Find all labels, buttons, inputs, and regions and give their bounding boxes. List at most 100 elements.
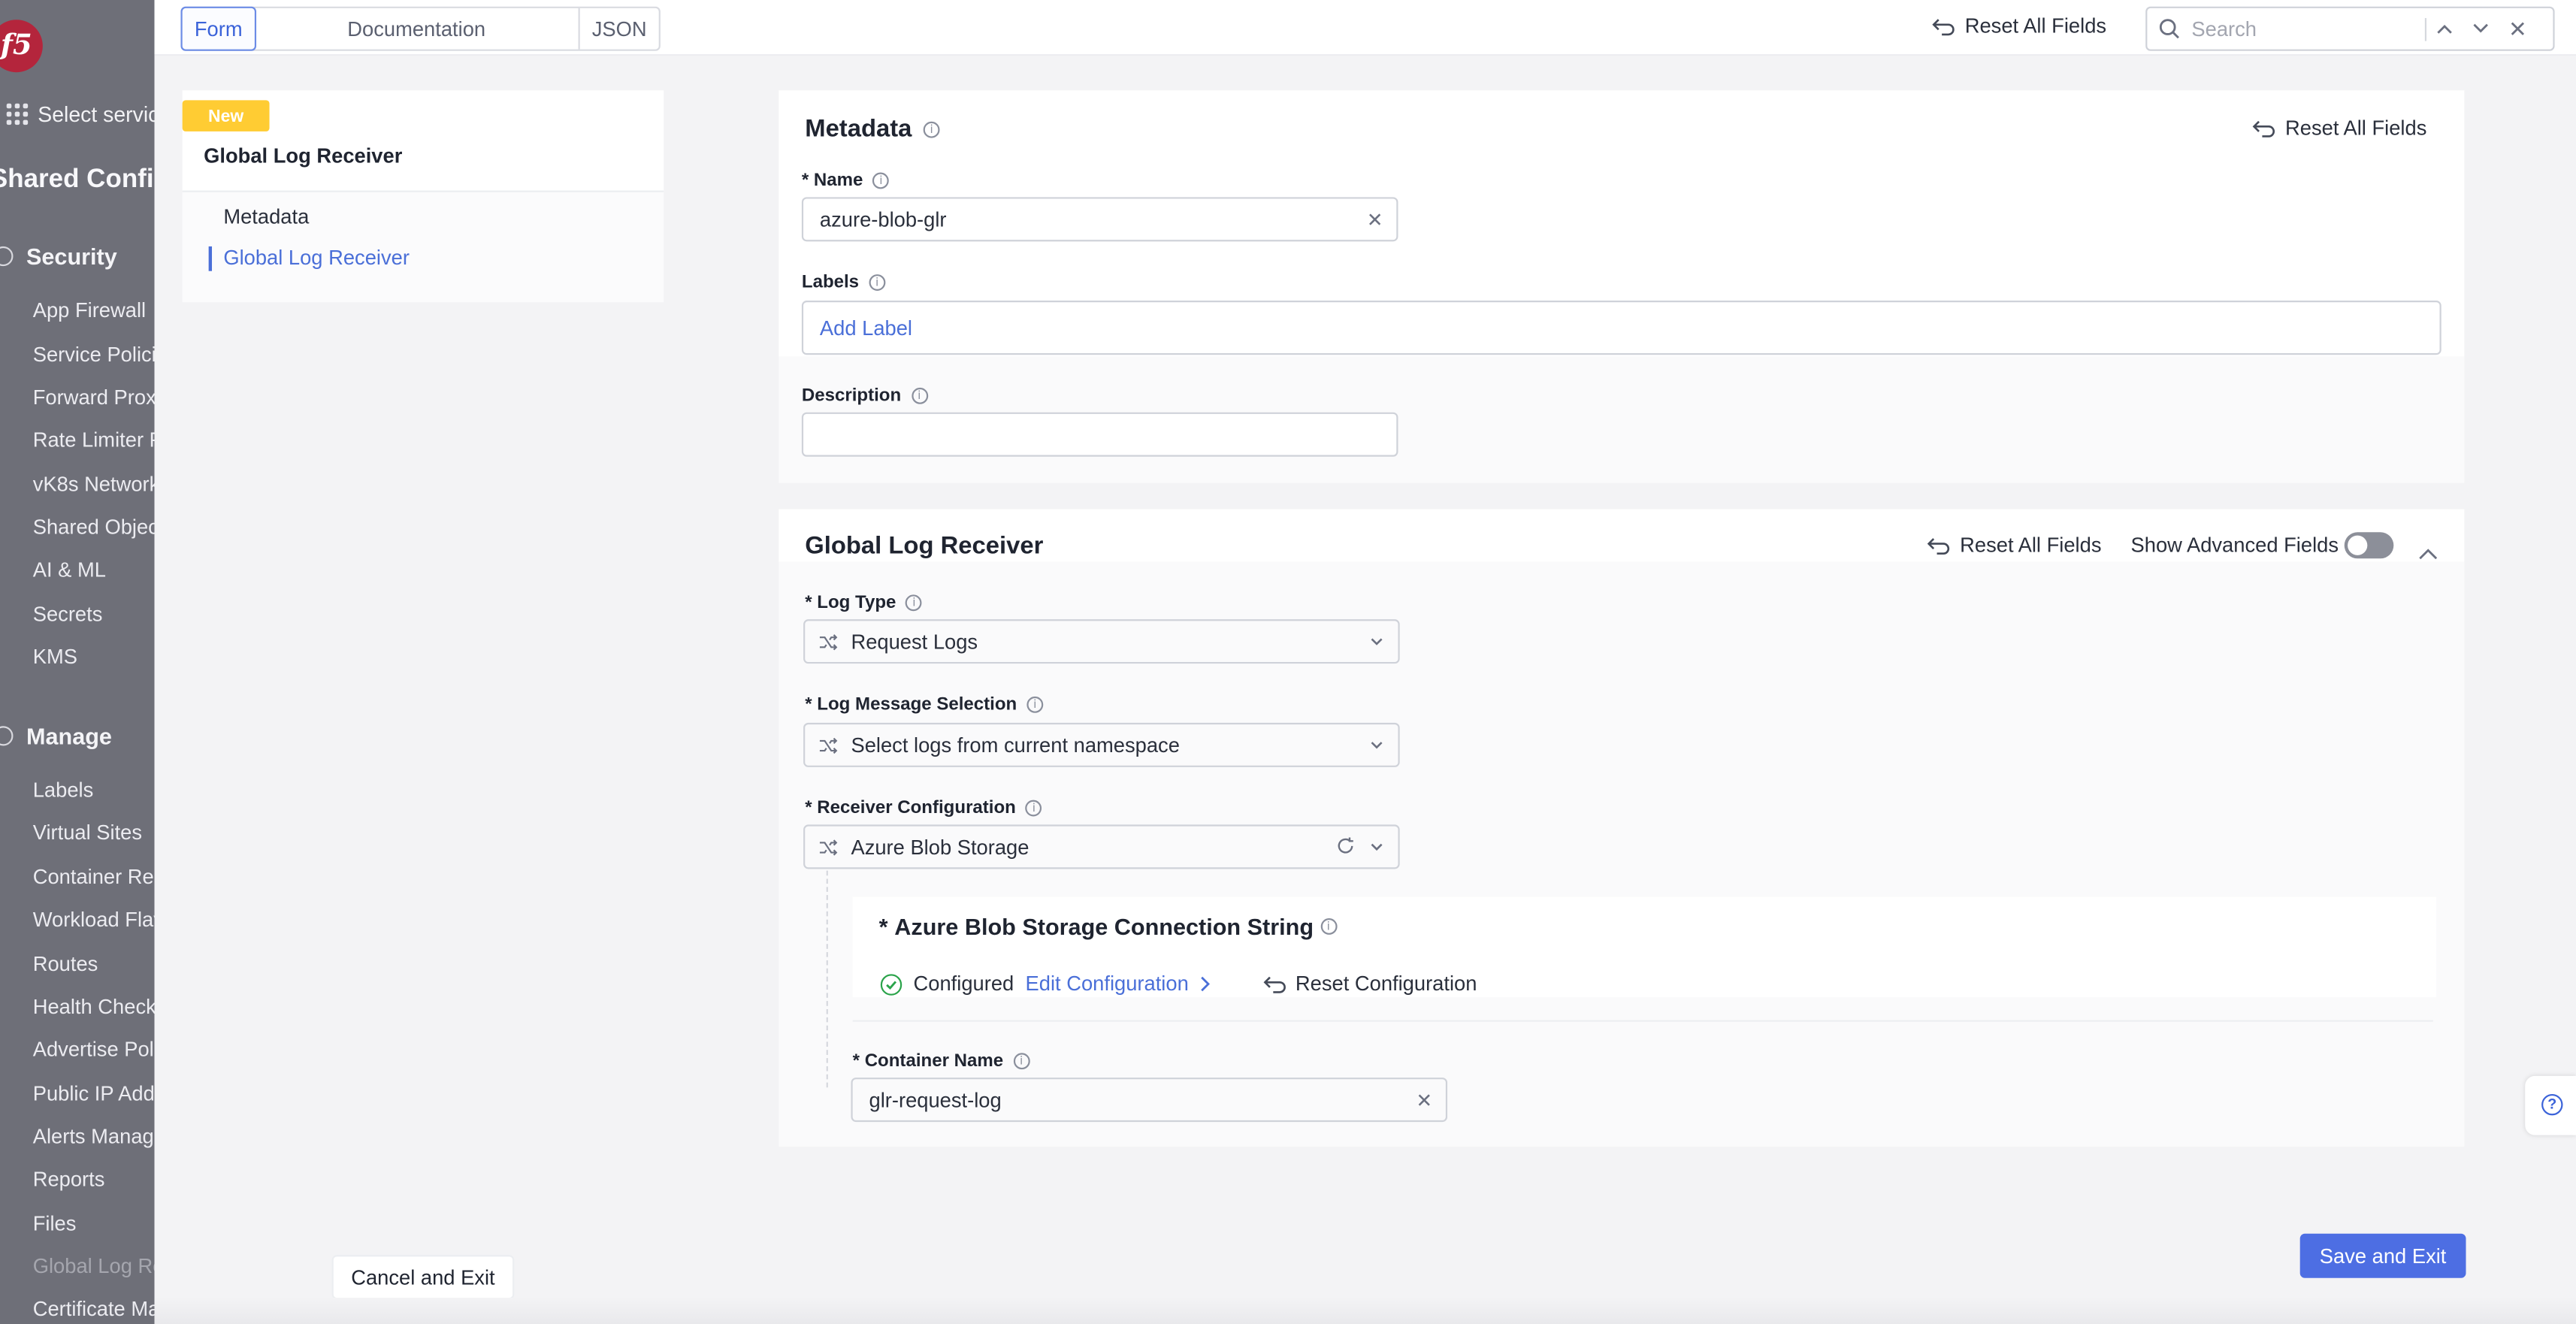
metadata-reset-button[interactable]: Reset All Fields (2252, 116, 2426, 140)
sidebar-item-service-policies[interactable]: Service Policies (33, 343, 155, 367)
glr-reset-button[interactable]: Reset All Fields (1927, 534, 2102, 557)
sidebar-item-container-registries[interactable]: Container Registries (33, 866, 155, 889)
nav-item-global-log-receiver[interactable]: Global Log Receiver (223, 246, 410, 270)
reset-all-fields-button[interactable]: Reset All Fields (1932, 15, 2106, 38)
help-button[interactable]: ? (2525, 1075, 2576, 1135)
description-label: Description i (802, 386, 928, 406)
wrench-icon (0, 726, 14, 746)
sidebar-item-advertise-policies[interactable]: Advertise Policies (33, 1038, 155, 1062)
info-icon[interactable]: i (1025, 800, 1042, 817)
undo-icon (1262, 975, 1285, 993)
log-type-label: * Log Type i (805, 593, 923, 612)
sidebar-item-shared-objects[interactable]: Shared Objects (33, 515, 155, 539)
check-circle-icon (880, 973, 903, 995)
log-message-select[interactable]: Select logs from current namespace (803, 722, 1400, 767)
chevron-down-icon[interactable] (2463, 11, 2499, 47)
undo-icon (1927, 537, 1950, 554)
sidebar-item-forward-proxy[interactable]: Forward Proxy (33, 386, 155, 410)
search-input[interactable] (2191, 17, 2422, 41)
clear-icon[interactable]: ✕ (1416, 1089, 1432, 1112)
sidebar-section-security[interactable]: Security (0, 243, 117, 270)
receiver-config-select[interactable]: Azure Blob Storage (803, 824, 1400, 869)
sidebar-item-public-ip[interactable]: Public IP Address (33, 1083, 155, 1106)
shield-icon (0, 246, 14, 267)
info-icon[interactable]: i (1026, 696, 1044, 713)
info-icon[interactable]: i (911, 387, 928, 404)
refresh-icon[interactable] (1335, 836, 1355, 856)
reset-configuration-button[interactable]: Reset Configuration (1262, 972, 1477, 996)
collapse-icon[interactable] (2418, 539, 2438, 568)
clear-icon[interactable]: ✕ (1367, 209, 1383, 232)
sidebar-section-manage[interactable]: Manage (0, 723, 112, 749)
tab-form[interactable]: Form (180, 6, 257, 51)
connection-status: Configured Edit Configuration Reset Conf… (880, 972, 1477, 996)
description-field[interactable] (801, 412, 1398, 457)
section-divider (852, 1020, 2433, 1022)
view-tabs: Form Documentation JSON (180, 6, 661, 51)
bottom-edge (154, 1298, 2576, 1324)
info-icon[interactable]: i (906, 594, 923, 612)
sidebar-item-ai-ml[interactable]: AI & ML (33, 558, 106, 582)
top-bar: Form Documentation JSON Reset All Fields (154, 0, 2576, 56)
info-icon[interactable]: i (1320, 918, 1337, 935)
connection-string-title: * Azure Blob Storage Connection String i (879, 913, 1337, 939)
sidebar-item-global-log-receiver[interactable]: Global Log Receiver (33, 1255, 155, 1278)
apps-grid-icon (6, 103, 29, 125)
edit-configuration-link[interactable]: Edit Configuration (1026, 972, 1211, 996)
undo-icon (2252, 119, 2275, 137)
show-advanced-label: Show Advanced Fields (2130, 534, 2339, 558)
app-sidebar: f5 Select service Shared Configuration S… (0, 0, 155, 1324)
sidebar-item-vk8s-network[interactable]: vK8s Network (33, 473, 155, 497)
receiver-config-label: * Receiver Configuration i (805, 798, 1042, 818)
f5-logo: f5 (0, 20, 43, 73)
sidebar-item-app-firewall[interactable]: App Firewall (33, 299, 146, 322)
select-service-button[interactable]: Select service (6, 102, 155, 126)
close-icon[interactable] (2499, 11, 2535, 47)
cancel-and-exit-button[interactable]: Cancel and Exit (331, 1255, 515, 1300)
question-icon: ? (2541, 1093, 2563, 1116)
labels-label: Labels i (802, 273, 886, 292)
sidebar-item-virtual-sites[interactable]: Virtual Sites (33, 821, 142, 845)
sidebar-item-kms[interactable]: KMS (33, 645, 77, 669)
sidebar-item-labels[interactable]: Labels (33, 778, 94, 802)
info-icon[interactable]: i (1013, 1053, 1030, 1070)
sidebar-item-health-checks[interactable]: Health Checks (33, 996, 155, 1019)
nav-item-metadata[interactable]: Metadata (223, 205, 309, 228)
log-message-label: * Log Message Selection i (805, 695, 1044, 715)
tab-documentation[interactable]: Documentation (255, 8, 580, 50)
log-type-select[interactable]: Request Logs (803, 619, 1400, 664)
sidebar-item-rate-limiter[interactable]: Rate Limiter Policies (33, 429, 155, 452)
shuffle-icon (819, 839, 838, 855)
name-label: * Name i (802, 171, 890, 191)
save-and-exit-button[interactable]: Save and Exit (2299, 1233, 2466, 1278)
info-icon[interactable]: i (869, 274, 886, 291)
container-name-label: * Container Name i (853, 1051, 1030, 1071)
chevron-down-icon (1371, 638, 1383, 645)
add-label-link[interactable]: Add Label (820, 317, 912, 340)
workspace-title: Shared Configuration (0, 165, 155, 194)
sidebar-item-alerts-management[interactable]: Alerts Management (33, 1125, 155, 1148)
sidebar-item-workload-flavors[interactable]: Workload Flavors (33, 908, 155, 932)
info-icon[interactable]: i (923, 120, 940, 138)
chevron-up-icon[interactable] (2426, 11, 2463, 47)
container-name-field[interactable]: glr-request-log ✕ (851, 1078, 1448, 1123)
glr-title: Global Log Receiver (805, 532, 1044, 561)
name-field[interactable]: azure-blob-glr ✕ (801, 197, 1398, 242)
info-icon[interactable]: i (872, 172, 890, 189)
chevron-down-icon (1371, 742, 1383, 749)
metadata-title: Metadata i (805, 115, 940, 143)
chevron-right-icon (1200, 976, 1209, 992)
labels-field[interactable]: Add Label (801, 301, 2441, 355)
search-icon (2159, 19, 2179, 39)
sidebar-item-reports[interactable]: Reports (33, 1168, 105, 1191)
active-indicator (208, 246, 213, 271)
tab-json[interactable]: JSON (580, 8, 659, 50)
sidebar-item-routes[interactable]: Routes (33, 953, 98, 976)
form-nav-title: Global Log Receiver (204, 144, 403, 168)
sidebar-item-files[interactable]: Files (33, 1212, 77, 1235)
sidebar-item-secrets[interactable]: Secrets (33, 603, 103, 626)
connection-string-card: * Azure Blob Storage Connection String i… (852, 896, 2437, 997)
undo-icon (1932, 18, 1955, 35)
sidebar-item-certificate-management[interactable]: Certificate Management (33, 1298, 155, 1321)
show-advanced-toggle[interactable] (2344, 532, 2394, 559)
